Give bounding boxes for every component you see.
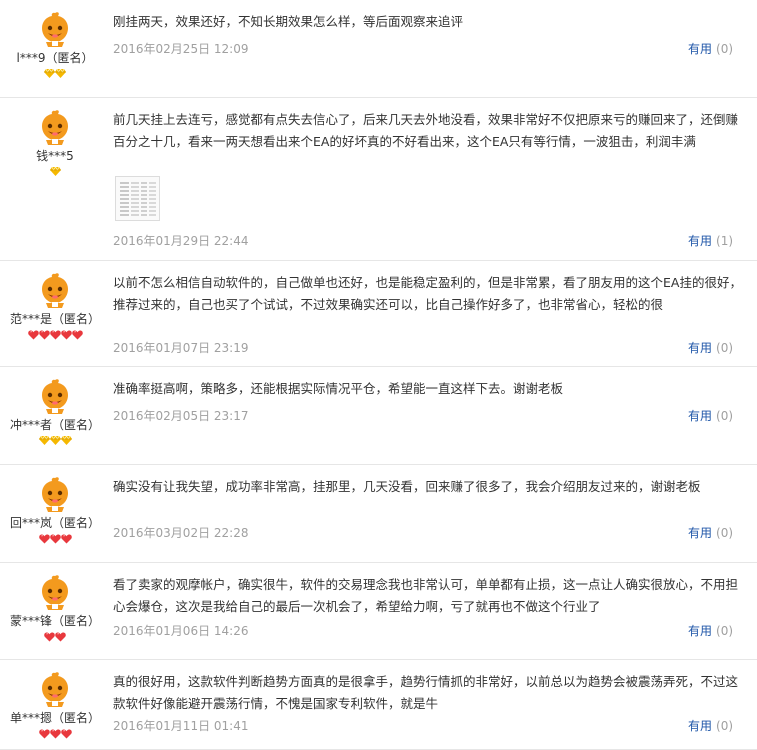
avatar-icon	[36, 670, 74, 708]
review-date: 2016年03月02日 22:28	[113, 526, 249, 540]
heart-rank-icon	[38, 534, 50, 545]
review-text: 确实没有让我失望，成功率非常高，挂那里，几天没看，回来赚了很多了，我会介绍朋友过…	[113, 479, 701, 494]
useful-count: (0)	[716, 624, 734, 638]
useful-button[interactable]: 有用 (0)	[688, 40, 733, 57]
review-date: 2016年01月07日 23:19	[113, 341, 249, 355]
heart-rank-icon	[38, 729, 50, 740]
review-item: 蒙***锋（匿名） 看了卖家的观摩帐户，确实很牛，软件的交易理念我也非常认可，单…	[0, 563, 757, 660]
useful-button[interactable]: 有用 (0)	[688, 339, 733, 356]
useful-button[interactable]: 有用 (0)	[688, 717, 733, 734]
review-date: 2016年01月11日 01:41	[113, 719, 249, 733]
reviewer-rank-badges	[0, 632, 110, 642]
reviewer-info: 钱***5	[0, 108, 110, 177]
useful-button[interactable]: 有用 (1)	[688, 232, 733, 249]
diamond-rank-icon	[60, 435, 72, 446]
reviewer-name: 蒙***锋（匿名）	[9, 614, 100, 628]
diamond-rank-icon	[38, 435, 50, 446]
useful-button[interactable]: 有用 (0)	[688, 407, 733, 424]
reviewer-info: 单***摁（匿名）	[0, 670, 110, 739]
review-text: 前几天挂上去连亏，感觉都有点失去信心了，后来几天去外地没看，效果非常好不仅把原来…	[113, 112, 739, 149]
reviewer-name: 范***是（匿名）	[9, 312, 100, 326]
reviewer-info: 范***是（匿名）	[0, 271, 110, 340]
useful-label[interactable]: 有用	[688, 234, 712, 248]
useful-label[interactable]: 有用	[688, 341, 712, 355]
heart-rank-icon	[71, 330, 83, 341]
heart-rank-icon	[49, 729, 61, 740]
useful-label[interactable]: 有用	[688, 409, 712, 423]
review-list: l***9（匿名） 刚挂两天，效果还好，不知长期效果怎么样，等后面观察来追评 2…	[0, 0, 757, 750]
reviewer-name: l***9（匿名）	[16, 51, 94, 65]
useful-label[interactable]: 有用	[688, 42, 712, 56]
avatar-icon	[36, 108, 74, 146]
review-date: 2016年01月29日 22:44	[113, 234, 249, 248]
review-item: 单***摁（匿名） 真的很好用，这款软件判断趋势方面真的是很拿手，趋势行情抓的非…	[0, 660, 757, 750]
avatar-icon	[36, 573, 74, 611]
diamond-rank-icon	[49, 166, 61, 177]
review-image-thumbnail[interactable]	[115, 176, 160, 221]
review-item: 回***岚（匿名） 确实没有让我失望，成功率非常高，挂那里，几天没看，回来赚了很…	[0, 465, 757, 563]
reviewer-info: l***9（匿名）	[0, 10, 110, 79]
useful-count: (0)	[716, 719, 734, 733]
reviewer-rank-badges	[0, 435, 110, 446]
useful-count: (0)	[716, 526, 734, 540]
review-text: 真的很好用，这款软件判断趋势方面真的是很拿手，趋势行情抓的非常好，以前总以为趋势…	[113, 674, 739, 711]
review-item: 冲***者（匿名） 准确率挺高啊，策略多，还能根据实际情况平仓，希望能一直这样下…	[0, 367, 757, 465]
heart-rank-icon	[44, 632, 55, 643]
avatar-icon	[36, 271, 74, 309]
review-item: 钱***5 前几天挂上去连亏，感觉都有点失去信心了，后来几天去外地没看，效果非常…	[0, 98, 757, 261]
review-text: 准确率挺高啊，策略多，还能根据实际情况平仓，希望能一直这样下去。谢谢老板	[113, 381, 564, 396]
reviewer-rank-badges	[0, 729, 110, 739]
reviewer-info: 冲***者（匿名）	[0, 377, 110, 446]
heart-rank-icon	[49, 534, 61, 545]
reviewer-name: 冲***者（匿名）	[9, 418, 100, 432]
diamond-rank-icon	[44, 68, 55, 79]
reviewer-rank-badges	[0, 330, 110, 340]
reviewer-rank-badges	[0, 166, 110, 177]
reviewer-rank-badges	[0, 68, 110, 79]
diamond-rank-icon	[55, 68, 66, 79]
heart-rank-icon	[60, 330, 72, 341]
avatar-icon	[36, 377, 74, 415]
avatar-icon	[36, 475, 74, 513]
reviewer-name: 回***岚（匿名）	[9, 516, 100, 530]
review-date: 2016年02月25日 12:09	[113, 42, 249, 56]
review-item: 范***是（匿名） 以前不怎么相信自动软件的，自己做单也还好，也是能稳定盈利的，…	[0, 261, 757, 367]
heart-rank-icon	[60, 534, 72, 545]
review-date: 2016年02月05日 23:17	[113, 409, 249, 423]
diamond-rank-icon	[49, 435, 61, 446]
useful-label[interactable]: 有用	[688, 624, 712, 638]
useful-button[interactable]: 有用 (0)	[688, 622, 733, 639]
heart-rank-icon	[27, 330, 39, 341]
review-text: 刚挂两天，效果还好，不知长期效果怎么样，等后面观察来追评	[113, 14, 464, 29]
heart-rank-icon	[49, 330, 61, 341]
avatar-icon	[36, 10, 74, 48]
useful-label[interactable]: 有用	[688, 526, 712, 540]
heart-rank-icon	[38, 330, 50, 341]
useful-button[interactable]: 有用 (0)	[688, 524, 733, 541]
useful-count: (1)	[716, 234, 734, 248]
useful-count: (0)	[716, 42, 734, 56]
reviewer-name: 单***摁（匿名）	[9, 711, 100, 725]
review-item: l***9（匿名） 刚挂两天，效果还好，不知长期效果怎么样，等后面观察来追评 2…	[0, 0, 757, 98]
review-text: 看了卖家的观摩帐户，确实很牛，软件的交易理念我也非常认可，单单都有止损，这一点让…	[113, 577, 739, 614]
useful-count: (0)	[716, 409, 734, 423]
reviewer-info: 蒙***锋（匿名）	[0, 573, 110, 642]
review-date: 2016年01月06日 14:26	[113, 624, 249, 638]
useful-count: (0)	[716, 341, 734, 355]
reviewer-info: 回***岚（匿名）	[0, 475, 110, 544]
useful-label[interactable]: 有用	[688, 719, 712, 733]
review-text: 以前不怎么相信自动软件的，自己做单也还好，也是能稳定盈利的，但是非常累，看了朋友…	[113, 275, 742, 312]
heart-rank-icon	[55, 632, 66, 643]
heart-rank-icon	[60, 729, 72, 740]
reviewer-name: 钱***5	[36, 149, 74, 163]
reviewer-rank-badges	[0, 534, 110, 544]
